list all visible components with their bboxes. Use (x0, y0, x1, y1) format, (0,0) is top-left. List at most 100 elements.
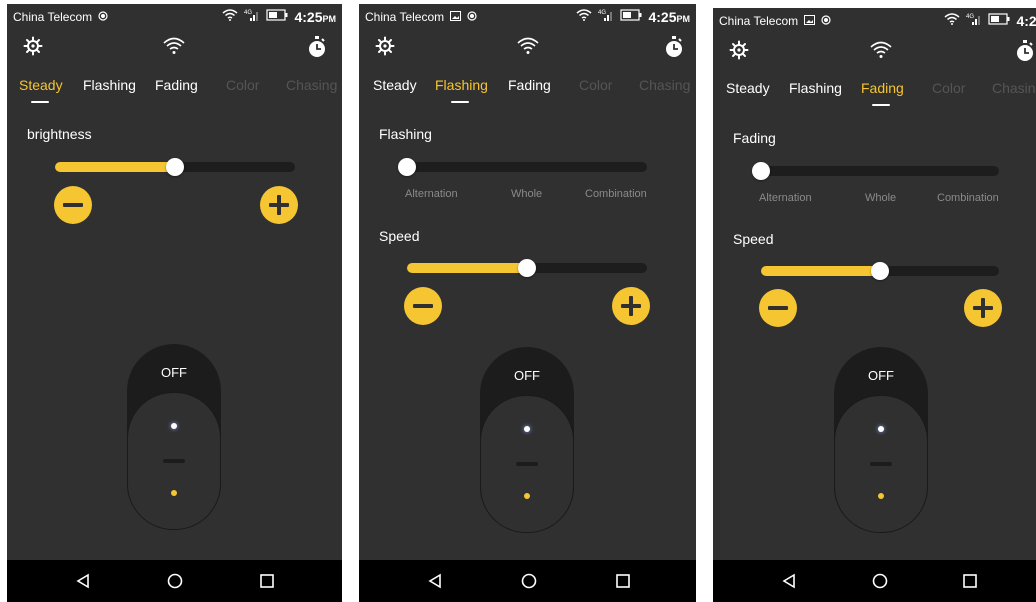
battery-icon (988, 13, 1010, 28)
phone-screen-flashing: China Telecom 4G 4:25PM Steady Flashing … (359, 4, 696, 602)
fading-mode-slider-knob[interactable] (752, 162, 770, 180)
speed-slider-knob[interactable] (518, 259, 536, 277)
carrier-name: China Telecom (365, 10, 445, 24)
back-icon[interactable] (769, 560, 809, 602)
switch-grip (516, 462, 538, 466)
fading-mode-label: Fading (733, 130, 776, 146)
decrease-button[interactable] (54, 186, 92, 224)
navigation-bar (359, 560, 696, 602)
off-indicator-dot (524, 493, 530, 499)
tab-fading[interactable]: Fading (508, 77, 551, 93)
speed-slider[interactable] (407, 259, 647, 277)
clock: 4:25PM (1016, 12, 1036, 29)
power-switch-handle[interactable] (834, 395, 928, 533)
mode-option-whole[interactable]: Whole (511, 188, 542, 200)
navigation-bar (713, 560, 1036, 602)
off-indicator-dot (171, 490, 177, 496)
tab-color[interactable]: Color (226, 77, 259, 93)
increase-button[interactable] (964, 289, 1002, 327)
home-icon[interactable] (509, 560, 549, 602)
tab-fading[interactable]: Fading (861, 80, 904, 96)
speed-slider[interactable] (761, 262, 999, 280)
wifi-icon[interactable] (870, 40, 892, 65)
tab-flashing[interactable]: Flashing (435, 77, 488, 93)
location-icon (98, 10, 108, 24)
increase-button[interactable] (612, 287, 650, 325)
power-switch[interactable]: OFF (480, 347, 574, 533)
off-indicator-dot (878, 493, 884, 499)
back-icon[interactable] (63, 560, 103, 602)
home-icon[interactable] (155, 560, 195, 602)
battery-icon (266, 9, 288, 24)
cell-signal-icon: 4G (966, 12, 982, 29)
decrease-button[interactable] (759, 289, 797, 327)
wifi-signal-icon (944, 13, 960, 28)
timer-icon[interactable] (664, 36, 684, 63)
tab-color[interactable]: Color (579, 77, 612, 93)
tab-chasing[interactable]: Chasing (992, 80, 1036, 96)
active-tab-indicator (451, 101, 469, 103)
svg-text:4G: 4G (966, 14, 974, 20)
tab-color[interactable]: Color (932, 80, 965, 96)
settings-icon[interactable] (23, 36, 43, 61)
increase-button[interactable] (260, 186, 298, 224)
speed-label: Speed (379, 228, 420, 244)
minus-icon (768, 306, 788, 310)
home-icon[interactable] (860, 560, 900, 602)
carrier-name: China Telecom (13, 10, 93, 24)
battery-icon (620, 9, 642, 24)
recents-icon[interactable] (950, 560, 990, 602)
settings-icon[interactable] (375, 36, 395, 61)
on-indicator-dot (171, 423, 177, 429)
power-switch-handle[interactable] (480, 395, 574, 533)
tab-flashing[interactable]: Flashing (83, 77, 136, 93)
carrier-name: China Telecom (719, 14, 799, 28)
tab-steady[interactable]: Steady (373, 77, 417, 93)
phone-screen-steady: China Telecom 4G 4:25PM Steady Flashing … (7, 4, 342, 602)
power-switch[interactable]: OFF (127, 344, 221, 530)
mode-option-combination[interactable]: Combination (585, 188, 647, 200)
image-notification-icon (450, 10, 462, 24)
fading-mode-slider[interactable] (752, 162, 999, 180)
power-switch-handle[interactable] (127, 392, 221, 530)
settings-icon[interactable] (729, 40, 749, 65)
recents-icon[interactable] (247, 560, 287, 602)
on-indicator-dot (524, 426, 530, 432)
speed-slider-knob[interactable] (871, 262, 889, 280)
mode-option-alternation[interactable]: Alternation (405, 188, 458, 200)
mode-option-alternation[interactable]: Alternation (759, 192, 812, 204)
wifi-icon[interactable] (517, 36, 539, 61)
switch-grip (163, 459, 185, 463)
active-tab-indicator (31, 101, 49, 103)
decrease-button[interactable] (404, 287, 442, 325)
mode-tabs: Steady Flashing Fading Color Chasing (359, 77, 696, 103)
brightness-slider[interactable] (55, 158, 295, 176)
tab-fading[interactable]: Fading (155, 77, 198, 93)
flashing-mode-slider-knob[interactable] (398, 158, 416, 176)
recents-icon[interactable] (603, 560, 643, 602)
timer-icon[interactable] (1015, 40, 1035, 67)
power-switch-off-label: OFF (161, 365, 187, 380)
power-switch[interactable]: OFF (834, 347, 928, 533)
timer-icon[interactable] (307, 36, 327, 63)
wifi-icon[interactable] (163, 36, 185, 61)
on-indicator-dot (878, 426, 884, 432)
speed-slider-fill (761, 266, 880, 276)
mode-option-whole[interactable]: Whole (865, 192, 896, 204)
tab-chasing[interactable]: Chasing (286, 77, 337, 93)
mode-option-combination[interactable]: Combination (937, 192, 999, 204)
brightness-slider-knob[interactable] (166, 158, 184, 176)
minus-icon (63, 203, 83, 207)
tab-chasing[interactable]: Chasing (639, 77, 690, 93)
status-bar: China Telecom 4G 4:25PM (7, 4, 342, 30)
back-icon[interactable] (415, 560, 455, 602)
cell-signal-icon: 4G (244, 8, 260, 25)
tab-steady[interactable]: Steady (726, 80, 770, 96)
mode-tabs: Steady Flashing Fading Color Chasing (713, 80, 1036, 106)
tab-steady[interactable]: Steady (19, 77, 63, 93)
clock: 4:25PM (294, 8, 336, 25)
tab-flashing[interactable]: Flashing (789, 80, 842, 96)
svg-text:4G: 4G (598, 10, 606, 16)
speed-label: Speed (733, 231, 774, 247)
flashing-mode-slider[interactable] (398, 158, 647, 176)
